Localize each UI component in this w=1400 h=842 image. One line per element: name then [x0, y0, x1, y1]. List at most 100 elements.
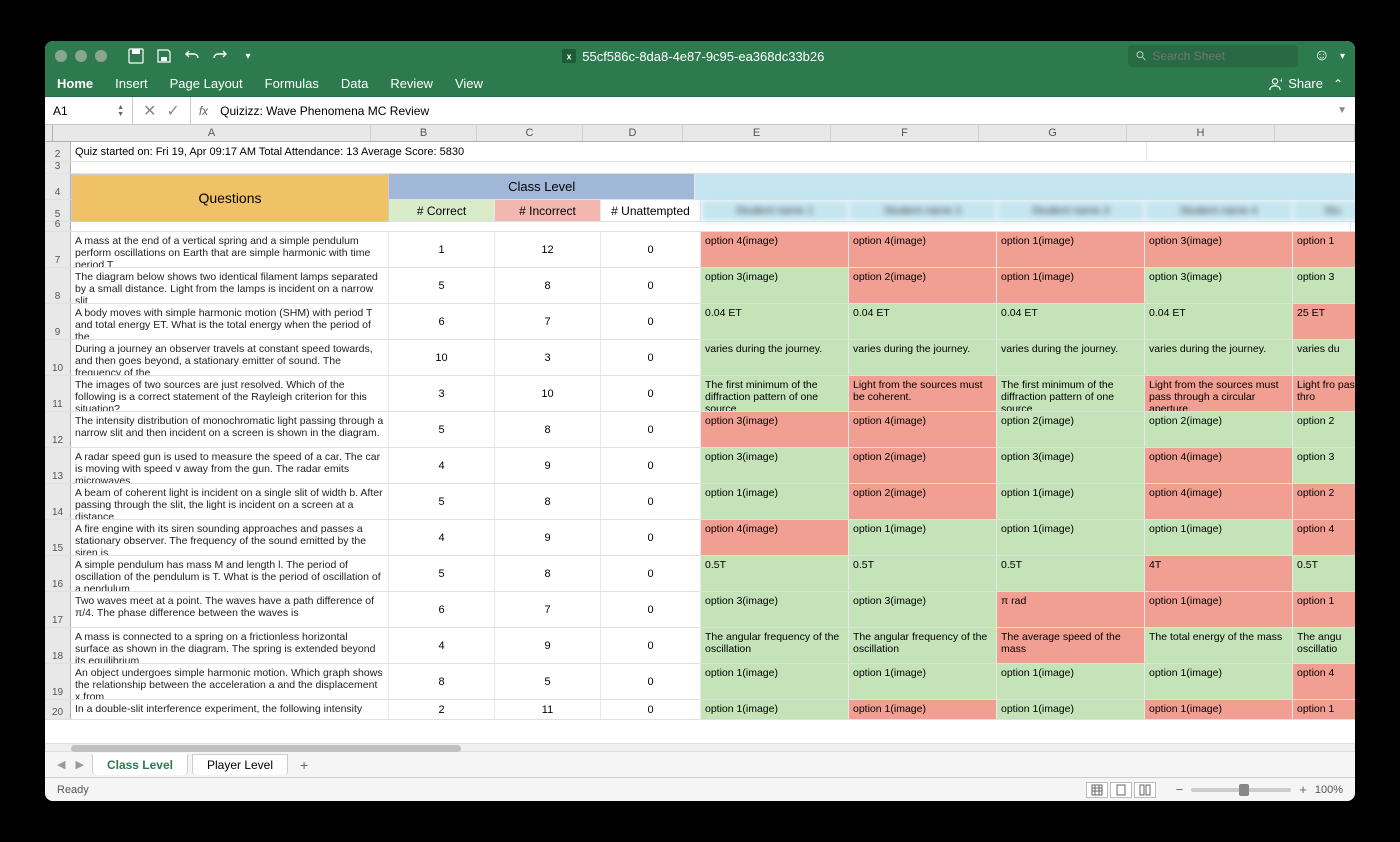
questions-header[interactable]: Questions	[71, 174, 389, 222]
answer-cell[interactable]: option 4(image)	[849, 412, 997, 447]
tab-insert[interactable]: Insert	[115, 76, 148, 91]
answer-cell[interactable]: option 3(image)	[849, 592, 997, 627]
answer-cell[interactable]: option 4	[1293, 520, 1355, 555]
question-cell[interactable]: A body moves with simple harmonic motion…	[71, 304, 389, 339]
answer-cell[interactable]: varies during the journey.	[1145, 340, 1293, 375]
answer-cell[interactable]: option 1(image)	[997, 520, 1145, 555]
answer-cell[interactable]: varies during the journey.	[701, 340, 849, 375]
answer-cell[interactable]: option 3(image)	[701, 268, 849, 303]
answer-cell[interactable]: option 1(image)	[701, 664, 849, 699]
fx-label-icon[interactable]: fx	[191, 104, 216, 118]
answer-cell[interactable]: option 1(image)	[701, 484, 849, 519]
correct-count-cell[interactable]: 6	[389, 592, 495, 627]
zoom-in-button[interactable]: +	[1299, 782, 1307, 797]
answer-cell[interactable]: option 1(image)	[1145, 520, 1293, 555]
tab-formulas[interactable]: Formulas	[265, 76, 319, 91]
unattempted-count-cell[interactable]: 0	[601, 376, 701, 411]
incorrect-count-cell[interactable]: 7	[495, 592, 601, 627]
page-break-view-button[interactable]	[1134, 782, 1156, 798]
question-cell[interactable]: During a journey an observer travels at …	[71, 340, 389, 375]
answer-cell[interactable]: option 4(image)	[701, 232, 849, 267]
unattempted-count-cell[interactable]: 0	[601, 412, 701, 447]
horizontal-scrollbar[interactable]	[45, 743, 1355, 752]
column-header-B[interactable]: B	[371, 125, 477, 141]
correct-count-cell[interactable]: 5	[389, 556, 495, 591]
incorrect-count-cell[interactable]: 7	[495, 304, 601, 339]
row-header[interactable]: 16	[45, 556, 71, 591]
feedback-icon[interactable]: ☺	[1314, 47, 1330, 65]
column-header-G[interactable]: G	[979, 125, 1127, 141]
formula-input[interactable]: Quizizz: Wave Phenomena MC Review	[216, 104, 1329, 118]
answer-cell[interactable]: The average speed of the mass	[997, 628, 1145, 663]
row-header[interactable]: 7	[45, 232, 71, 267]
incorrect-count-cell[interactable]: 8	[495, 484, 601, 519]
answer-cell[interactable]: 0.5T	[1293, 556, 1355, 591]
search-sheet-input[interactable]	[1152, 49, 1289, 63]
student-name-header[interactable]: Stu	[1293, 200, 1355, 221]
answer-cell[interactable]: The angular frequency of the oscillation	[701, 628, 849, 663]
answer-cell[interactable]: 0.04 ET	[1145, 304, 1293, 339]
answer-cell[interactable]: option 3	[1293, 268, 1355, 303]
question-cell[interactable]: A mass at the end of a vertical spring a…	[71, 232, 389, 267]
answer-cell[interactable]: option 1(image)	[997, 232, 1145, 267]
row-header[interactable]: 9	[45, 304, 71, 339]
unattempted-count-cell[interactable]: 0	[601, 556, 701, 591]
answer-cell[interactable]: option 1(image)	[1145, 664, 1293, 699]
answer-cell[interactable]: option 1(image)	[849, 664, 997, 699]
column-header-F[interactable]: F	[831, 125, 979, 141]
tab-home[interactable]: Home	[57, 76, 93, 91]
students-header-bar[interactable]	[695, 174, 1355, 199]
incorrect-count-cell[interactable]: 8	[495, 556, 601, 591]
row-header[interactable]: 18	[45, 628, 71, 663]
unattempted-count-cell[interactable]: 0	[601, 628, 701, 663]
save-icon[interactable]	[153, 45, 175, 67]
sheet-tab-player-level[interactable]: Player Level	[192, 754, 288, 775]
answer-cell[interactable]: option 3(image)	[997, 448, 1145, 483]
answer-cell[interactable]: option 2(image)	[849, 484, 997, 519]
answer-cell[interactable]: option 2(image)	[1145, 412, 1293, 447]
unattempted-header[interactable]: # Unattempted	[601, 200, 701, 221]
row-header[interactable]: 17	[45, 592, 71, 627]
summary-cell[interactable]: Quiz started on: Fri 19, Apr 09:17 AM To…	[71, 142, 1147, 161]
row-header[interactable]: 5	[45, 200, 71, 221]
answer-cell[interactable]: The total energy of the mass	[1145, 628, 1293, 663]
correct-count-cell[interactable]: 5	[389, 268, 495, 303]
answer-cell[interactable]: Light from the sources must pass through…	[1145, 376, 1293, 411]
undo-icon[interactable]	[181, 45, 203, 67]
answer-cell[interactable]: option 3(image)	[701, 592, 849, 627]
unattempted-count-cell[interactable]: 0	[601, 304, 701, 339]
row-header[interactable]: 2	[45, 142, 71, 161]
answer-cell[interactable]: 0.5T	[849, 556, 997, 591]
answer-cell[interactable]: option 1(image)	[1145, 700, 1293, 719]
select-all-corner[interactable]	[45, 125, 53, 141]
unattempted-count-cell[interactable]: 0	[601, 268, 701, 303]
unattempted-count-cell[interactable]: 0	[601, 484, 701, 519]
answer-cell[interactable]: option 2(image)	[997, 412, 1145, 447]
row-header[interactable]: 10	[45, 340, 71, 375]
normal-view-button[interactable]	[1086, 782, 1108, 798]
answer-cell[interactable]: option 1(image)	[849, 520, 997, 555]
answer-cell[interactable]: option 3(image)	[701, 448, 849, 483]
answer-cell[interactable]: option 3	[1293, 448, 1355, 483]
answer-cell[interactable]: option 2	[1293, 484, 1355, 519]
question-cell[interactable]: A beam of coherent light is incident on …	[71, 484, 389, 519]
incorrect-count-cell[interactable]: 9	[495, 520, 601, 555]
correct-count-cell[interactable]: 1	[389, 232, 495, 267]
question-cell[interactable]: The diagram below shows two identical fi…	[71, 268, 389, 303]
answer-cell[interactable]: option 4	[1293, 664, 1355, 699]
answer-cell[interactable]: option 3(image)	[701, 412, 849, 447]
answer-cell[interactable]: varies during the journey.	[997, 340, 1145, 375]
answer-cell[interactable]: option 3(image)	[1145, 232, 1293, 267]
question-cell[interactable]: A mass is connected to a spring on a fri…	[71, 628, 389, 663]
question-cell[interactable]: A radar speed gun is used to measure the…	[71, 448, 389, 483]
question-cell[interactable]: The intensity distribution of monochroma…	[71, 412, 389, 447]
correct-count-cell[interactable]: 5	[389, 412, 495, 447]
row-header[interactable]: 14	[45, 484, 71, 519]
incorrect-count-cell[interactable]: 11	[495, 700, 601, 719]
row-header[interactable]: 4	[45, 174, 71, 199]
confirm-formula-icon[interactable]: ✓	[166, 101, 179, 121]
page-layout-view-button[interactable]	[1110, 782, 1132, 798]
add-sheet-button[interactable]: +	[292, 757, 316, 773]
question-cell[interactable]: In a double-slit interference experiment…	[71, 700, 389, 719]
toolbar-more-icon[interactable]: ▾	[237, 45, 259, 67]
